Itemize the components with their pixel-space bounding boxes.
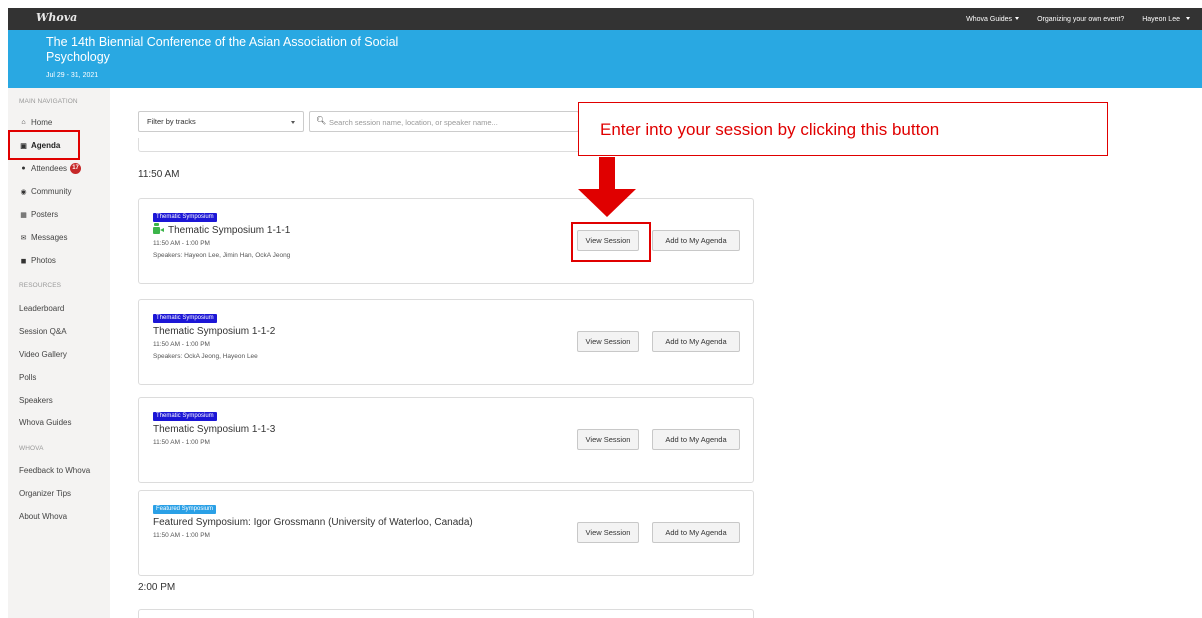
agenda-highlight-box [8, 130, 80, 160]
top-nav: Whova Guides Organizing your own event? … [966, 8, 1190, 30]
sidebar-item-video-gallery[interactable]: Video Gallery [19, 350, 67, 359]
caret-down-icon [1186, 17, 1190, 21]
session-card: Featured Symposium Featured Symposium: I… [138, 490, 754, 576]
chat-icon: ◉ [20, 188, 27, 196]
sidebar-item-community[interactable]: ◉ Community [19, 187, 71, 196]
session-title[interactable]: Featured Symposium: Igor Grossmann (Univ… [153, 517, 473, 528]
top-bar: Whova Whova Guides Organizing your own e… [8, 8, 1202, 30]
session-card: Thematic Symposium Thematic Symposium 1-… [138, 397, 754, 483]
resources-heading: RESOURCES [19, 282, 62, 289]
event-dates: Jul 29 - 31, 2021 [46, 72, 99, 79]
track-tag: Featured Symposium [153, 505, 217, 514]
user-name: Hayeon Lee [1142, 15, 1180, 23]
sidebar-item-messages[interactable]: ✉ Messages [19, 233, 68, 242]
view-session-button[interactable]: View Session [577, 429, 639, 450]
sidebar-item-leaderboard[interactable]: Leaderboard [19, 304, 64, 313]
whova-logo[interactable]: Whova [36, 11, 77, 24]
video-camera-icon [153, 223, 164, 235]
sidebar-item-polls[interactable]: Polls [19, 373, 36, 382]
sidebar-item-about-whova[interactable]: About Whova [19, 512, 67, 521]
users-icon: ● [21, 165, 26, 172]
user-menu[interactable]: Hayeon Lee [1142, 16, 1190, 23]
sidebar-item-label: Posters [31, 210, 59, 219]
session-time: 11:50 AM - 1:00 PM [153, 240, 210, 247]
sidebar-item-speakers[interactable]: Speakers [19, 396, 53, 405]
session-card: Thematic Symposium Thematic Symposium 1-… [138, 198, 754, 284]
search-box: 🔍︎ [309, 111, 579, 132]
sidebar-item-photos[interactable]: ◼ Photos [19, 256, 56, 265]
search-icon: 🔍︎ [316, 116, 327, 125]
sidebar-item-label: Photos [31, 256, 56, 265]
organizing-link[interactable]: Organizing your own event? [1037, 16, 1124, 23]
event-banner: The 14th Biennial Conference of the Asia… [8, 30, 1202, 88]
session-time: 11:50 AM - 1:00 PM [153, 439, 210, 446]
track-tag: Thematic Symposium [153, 213, 217, 222]
search-input[interactable] [329, 115, 569, 129]
sidebar: MAIN NAVIGATION ⌂ Home ▣ Agenda ● Attend… [8, 88, 110, 618]
sidebar-item-whova-guides[interactable]: Whova Guides [19, 418, 71, 427]
sidebar-item-label: Messages [31, 233, 68, 242]
sidebar-item-posters[interactable]: ▦ Posters [19, 210, 58, 219]
event-title: The 14th Biennial Conference of the Asia… [46, 35, 399, 64]
session-card [138, 609, 754, 618]
session-time: 11:50 AM - 1:00 PM [153, 532, 210, 539]
camera-icon: ◼ [20, 257, 27, 265]
poster-icon: ▦ [20, 211, 27, 219]
whova-guides-menu[interactable]: Whova Guides [966, 15, 1020, 23]
add-to-agenda-button[interactable]: Add to My Agenda [652, 429, 740, 450]
session-speakers: Speakers: OckA Jeong, Hayeon Lee [153, 353, 258, 360]
add-to-agenda-button[interactable]: Add to My Agenda [652, 230, 740, 251]
sidebar-item-session-qa[interactable]: Session Q&A [19, 327, 67, 336]
track-filter-value: Filter by tracks [147, 117, 196, 126]
home-icon: ⌂ [21, 119, 26, 126]
track-tag: Thematic Symposium [153, 412, 217, 421]
sidebar-item-feedback[interactable]: Feedback to Whova [19, 466, 90, 475]
view-session-button[interactable]: View Session [577, 331, 639, 352]
session-title[interactable]: Thematic Symposium 1-1-3 [153, 424, 275, 435]
add-to-agenda-button[interactable]: Add to My Agenda [652, 522, 740, 543]
track-filter-select[interactable]: Filter by tracks [138, 111, 304, 132]
time-slot-header: 11:50 AM [138, 169, 180, 180]
session-title-text: Thematic Symposium 1-1-1 [168, 225, 291, 236]
session-title[interactable]: Thematic Symposium 1-1-2 [153, 326, 275, 337]
sidebar-item-label: Home [31, 118, 53, 127]
sidebar-item-label: Attendees [31, 164, 68, 173]
attendees-badge: 17 [70, 163, 82, 174]
sidebar-item-organizer-tips[interactable]: Organizer Tips [19, 489, 71, 498]
sidebar-item-label: Community [31, 187, 72, 196]
view-session-button[interactable]: View Session [577, 522, 639, 543]
time-slot-header: 2:00 PM [138, 582, 176, 593]
session-speakers: Speakers: Hayeon Lee, Jimin Han, OckA Je… [153, 252, 291, 259]
whova-heading: WHOVA [19, 445, 44, 452]
view-session-highlight-box [571, 222, 651, 262]
session-title[interactable]: Thematic Symposium 1-1-1 [153, 223, 291, 236]
main-navigation-heading: MAIN NAVIGATION [19, 98, 78, 105]
add-to-agenda-button[interactable]: Add to My Agenda [652, 331, 740, 352]
sidebar-item-attendees[interactable]: ● Attendees 17 [19, 163, 82, 174]
down-arrow-icon [578, 157, 636, 217]
sidebar-item-home[interactable]: ⌂ Home [19, 118, 52, 127]
session-time: 11:50 AM - 1:00 PM [153, 341, 210, 348]
whova-guides-label: Whova Guides [966, 15, 1013, 23]
track-tag: Thematic Symposium [153, 314, 217, 323]
instruction-callout: Enter into your session by clicking this… [578, 102, 1108, 156]
envelope-icon: ✉ [20, 234, 27, 242]
session-card: Thematic Symposium Thematic Symposium 1-… [138, 299, 754, 385]
chevron-down-icon [291, 121, 295, 124]
caret-down-icon [1015, 17, 1020, 21]
